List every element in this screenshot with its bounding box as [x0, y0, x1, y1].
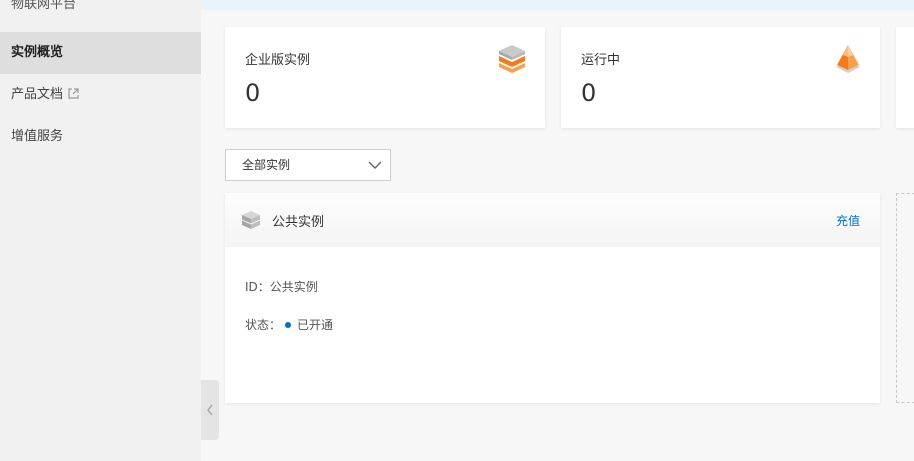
recharge-link[interactable]: 充值 [836, 212, 860, 229]
sidebar: 物联网平台 实例概览 产品文档 增值服务 [0, 0, 201, 461]
instance-title: 公共实例 [272, 215, 325, 230]
add-instance-placeholder[interactable] [896, 193, 914, 403]
sidebar-item-value-added-services[interactable]: 增值服务 [0, 116, 201, 158]
sidebar-item-product-docs[interactable]: 产品文档 [0, 74, 201, 116]
stat-label: 企业版实例 [245, 53, 311, 68]
stacked-cubes-icon [499, 45, 525, 73]
id-label: ID： [245, 280, 270, 294]
status-label: 状态： [245, 318, 282, 332]
instance-id-row: ID：公共实例 [245, 278, 318, 295]
stat-card-running: 运行中 0 [561, 27, 880, 128]
select-value: 全部实例 [242, 158, 291, 172]
sidebar-item-label: 增值服务 [11, 129, 64, 144]
sidebar-item-instance-overview[interactable]: 实例概览 [0, 32, 201, 74]
chevron-down-icon [368, 161, 382, 169]
instance-status-row: 状态： 已开通 [245, 316, 333, 333]
stat-label: 运行中 [581, 53, 621, 68]
instance-cube-icon [241, 211, 261, 229]
instance-filter-select[interactable]: 全部实例 [225, 149, 391, 181]
sidebar-item-label: 产品文档 [11, 87, 64, 102]
stat-card-partial [896, 27, 914, 128]
stat-value: 0 [245, 79, 261, 107]
running-pyramid-icon [836, 45, 860, 73]
instance-card-header: 公共实例 充值 [225, 193, 880, 247]
top-notice-banner [201, 0, 914, 10]
stat-value: 0 [581, 79, 597, 107]
sidebar-item-label: 实例概览 [11, 45, 64, 60]
external-link-icon [68, 88, 79, 99]
status-dot-icon [285, 322, 292, 328]
id-value: 公共实例 [269, 280, 318, 294]
stat-card-enterprise-instances: 企业版实例 0 [225, 27, 545, 128]
sidebar-collapse-handle[interactable] [201, 380, 219, 440]
chevron-left-icon [207, 404, 213, 416]
status-value: 已开通 [297, 318, 334, 332]
sidebar-title: 物联网平台 [11, 0, 77, 12]
instance-card-public: 公共实例 充值 ID：公共实例 状态： 已开通 [225, 193, 880, 403]
